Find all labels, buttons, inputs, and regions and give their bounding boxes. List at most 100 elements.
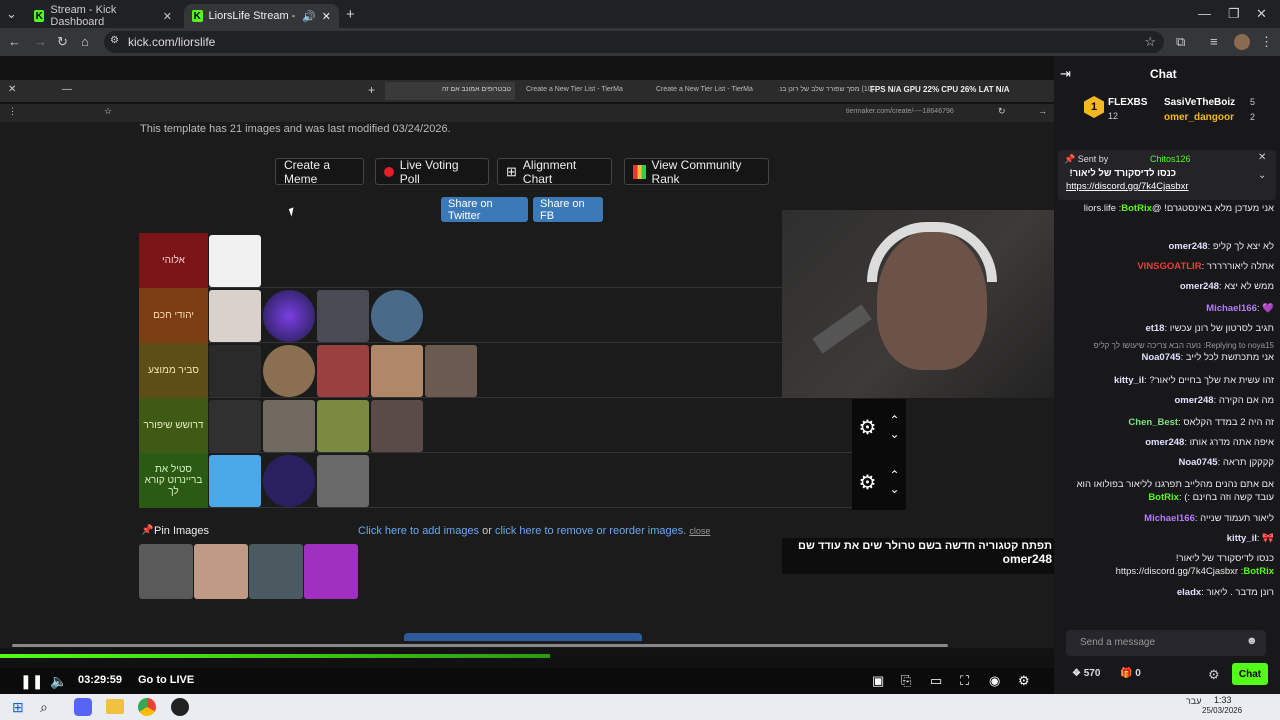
tab-close-icon[interactable]: ✕ xyxy=(322,10,331,23)
chat-username[interactable]: BotRix xyxy=(1243,566,1274,577)
leader-name[interactable]: FLEXBS xyxy=(1108,97,1147,108)
chat-username[interactable]: Noa0745 xyxy=(1141,352,1180,363)
pinned-link[interactable]: https://discord.gg/7k4Cjasbxr xyxy=(1066,181,1189,192)
menu-kebab-icon[interactable]: ⋮ xyxy=(1260,34,1273,50)
tier-image[interactable] xyxy=(317,400,369,452)
pinned-sender[interactable]: Chitos126 xyxy=(1150,154,1191,164)
chat-username[interactable]: BotRix xyxy=(1121,203,1152,214)
profile-avatar[interactable] xyxy=(1234,34,1250,50)
chevron-up-icon[interactable]: ⌃ xyxy=(889,468,899,482)
reload-icon[interactable]: ↻ xyxy=(57,34,68,50)
chat-send-button[interactable]: Chat xyxy=(1232,663,1268,685)
chat-settings-icon[interactable]: ⚙ xyxy=(1208,667,1220,683)
tier-label[interactable]: דרושש שיפורר xyxy=(139,398,208,453)
add-images-link[interactable]: Click here to add images xyxy=(358,525,479,537)
tier-image[interactable] xyxy=(209,345,261,397)
minimize-icon[interactable]: — xyxy=(1198,6,1211,21)
chevron-down-icon[interactable]: ⌄ xyxy=(889,482,899,496)
chat-username[interactable]: Noa0745 xyxy=(1178,457,1217,468)
windows-start-icon[interactable]: ⊞ xyxy=(12,699,24,716)
tier-image[interactable] xyxy=(209,290,261,342)
chat-username[interactable]: omer248 xyxy=(1168,241,1207,252)
tier-image[interactable] xyxy=(317,345,369,397)
chat-username[interactable]: eladx xyxy=(1177,587,1201,598)
forward-icon[interactable]: → xyxy=(34,34,47,49)
emoji-icon[interactable]: ☻ xyxy=(1246,635,1258,647)
chrome-icon[interactable] xyxy=(138,698,156,716)
tier-image[interactable] xyxy=(263,455,315,507)
points-balance[interactable]: ❖ 570 xyxy=(1072,668,1100,679)
chat-username[interactable]: et18 xyxy=(1145,323,1164,334)
create-meme-button[interactable]: Create a Meme xyxy=(275,158,364,186)
gear-icon[interactable]: ⚙ xyxy=(859,470,877,495)
message-input[interactable]: Send a message ☻ xyxy=(1066,630,1266,656)
chat-username[interactable]: BotRix xyxy=(1148,492,1179,503)
tier-label[interactable]: יהודי חכם xyxy=(139,288,208,343)
restore-icon[interactable]: ❐ xyxy=(1228,6,1240,22)
theater-icon[interactable]: ▣ xyxy=(872,673,884,689)
tier-image[interactable] xyxy=(263,345,315,397)
tier-image[interactable] xyxy=(209,235,261,287)
tier-image[interactable] xyxy=(425,345,477,397)
tier-image[interactable] xyxy=(317,455,369,507)
chat-username[interactable]: omer248 xyxy=(1174,395,1213,406)
settings-icon[interactable]: ⚙ xyxy=(1018,673,1030,689)
chevron-down-icon[interactable]: ⌄ xyxy=(1258,170,1266,181)
chat-username[interactable]: omer248 xyxy=(1145,437,1184,448)
fullscreen-icon[interactable]: ⛶ xyxy=(960,673,969,689)
chevron-down-icon[interactable]: ⌄ xyxy=(889,427,899,441)
chevron-up-icon[interactable]: ⌃ xyxy=(889,413,899,427)
chat-username[interactable]: kitty_il xyxy=(1227,533,1257,544)
tier-image[interactable] xyxy=(209,455,261,507)
pool-image[interactable] xyxy=(249,544,303,599)
home-icon[interactable]: ⌂ xyxy=(81,34,89,49)
chat-username[interactable]: omer248 xyxy=(1180,281,1219,292)
back-icon[interactable]: ← xyxy=(8,34,21,49)
go-live-button[interactable]: Go to LIVE xyxy=(138,674,194,686)
tier-label[interactable]: סטיל את בריינרוט קורא לך xyxy=(139,453,208,508)
unpin-icon[interactable]: ✕ xyxy=(1258,152,1266,163)
file-explorer-icon[interactable] xyxy=(106,699,124,714)
extensions-icon[interactable]: ⧉ xyxy=(1176,34,1185,50)
inner-scrollbar-thumb[interactable] xyxy=(12,644,948,647)
pool-image[interactable] xyxy=(139,544,193,599)
tab-kick-dashboard[interactable]: K Stream - Kick Dashboard ✕ xyxy=(26,4,180,28)
discord-icon[interactable] xyxy=(74,698,92,716)
tab-close-icon[interactable]: ✕ xyxy=(163,10,172,23)
leader-name[interactable]: omer_dangoor xyxy=(1164,112,1234,123)
obs-icon[interactable] xyxy=(171,698,189,716)
tab-liorslife-stream[interactable]: K LiorsLife Stream - Watch Liv 🔊 ✕ xyxy=(184,4,339,28)
speaker-icon[interactable]: 🔊 xyxy=(302,10,316,23)
view-community-rank-button[interactable]: View Community Rank xyxy=(624,158,769,186)
tier-label[interactable]: אלוהי xyxy=(139,233,208,288)
reorder-images-link[interactable]: click here to remove or reorder images. xyxy=(495,525,686,537)
tier-image[interactable] xyxy=(317,290,369,342)
pin-images-label[interactable]: Pin Images xyxy=(154,525,209,537)
chat-username[interactable]: Chen_Best xyxy=(1128,417,1178,428)
share-fb-button[interactable]: Share on FB xyxy=(533,197,603,222)
search-icon[interactable]: ⌕ xyxy=(40,699,48,716)
gear-icon[interactable]: ⚙ xyxy=(859,415,877,440)
reading-list-icon[interactable]: ≡ xyxy=(1210,34,1218,49)
window-close-icon[interactable]: ✕ xyxy=(1256,6,1267,22)
pause-icon[interactable]: ❚❚ xyxy=(20,673,43,690)
tab-search-icon[interactable]: ⌄ xyxy=(6,6,17,22)
clip-icon[interactable]: ⎘ xyxy=(901,673,911,689)
save-bar[interactable] xyxy=(404,633,642,641)
close-link[interactable]: close xyxy=(689,526,710,536)
tier-label[interactable]: סביר ממוצע xyxy=(139,343,208,398)
collapse-chat-icon[interactable]: ⇥ xyxy=(1060,66,1071,82)
alignment-chart-button[interactable]: ⊞ Alignment Chart xyxy=(497,158,612,186)
address-bar[interactable]: ⚙ kick.com/liorslife ☆ xyxy=(104,31,1164,53)
miniplayer-icon[interactable]: ▭ xyxy=(930,673,942,689)
bookmark-star-icon[interactable]: ☆ xyxy=(1144,34,1156,50)
cast-icon[interactable]: ◉ xyxy=(989,673,1000,689)
chat-username[interactable]: kitty_il xyxy=(1114,375,1144,386)
share-twitter-button[interactable]: Share on Twitter xyxy=(441,197,528,222)
tier-image[interactable] xyxy=(263,290,315,342)
language-indicator[interactable]: עבר xyxy=(1186,696,1201,706)
pool-image[interactable] xyxy=(194,544,248,599)
tier-image[interactable] xyxy=(371,345,423,397)
tier-image[interactable] xyxy=(371,400,423,452)
tier-image[interactable] xyxy=(263,400,315,452)
